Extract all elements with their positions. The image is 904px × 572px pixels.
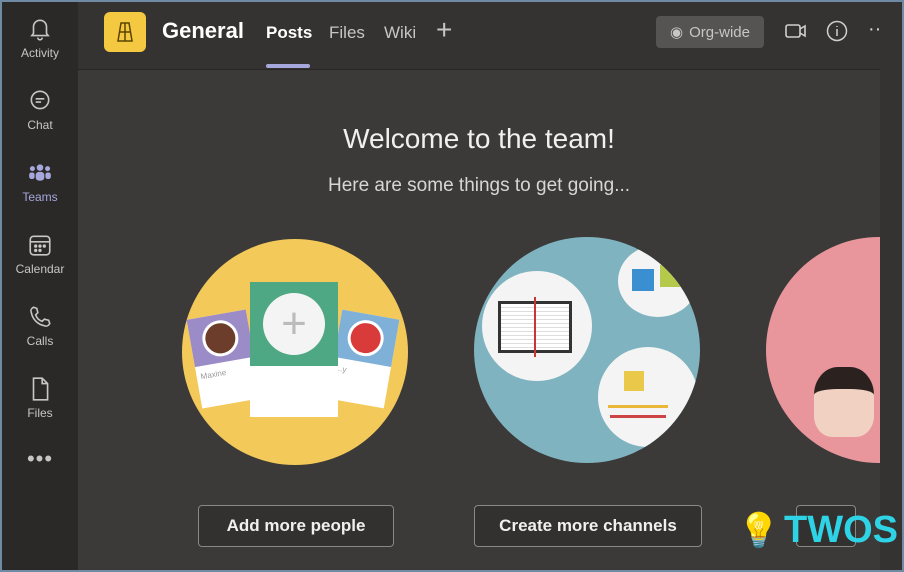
book-bubble [482, 271, 592, 381]
add-card: + [250, 282, 338, 417]
team-logo [104, 12, 146, 52]
active-tab-indicator [266, 64, 310, 68]
org-wide-label: Org-wide [689, 23, 750, 41]
supplies-bubble [598, 347, 698, 447]
rail-chat[interactable]: Chat [2, 74, 78, 146]
rail-calls[interactable]: Calls [2, 290, 78, 362]
tab-files[interactable]: Files [329, 23, 365, 43]
file-icon [32, 377, 49, 401]
rail-label: Teams [22, 190, 58, 204]
rail-label: Calls [26, 334, 54, 348]
tab-wiki[interactable]: Wiki [384, 23, 416, 43]
eye-icon: ◉ [670, 24, 684, 41]
scrollbar[interactable] [880, 2, 902, 570]
rail-label: Calendar [15, 262, 65, 276]
rail-calendar[interactable]: Calendar [2, 218, 78, 290]
watermark-logo: 💡 TWOS [737, 509, 898, 551]
channels-illustration [474, 237, 700, 463]
chat-icon [30, 90, 50, 110]
rail-label: Chat [27, 118, 53, 132]
watermark-text: TWOS [784, 509, 898, 551]
rail-activity[interactable]: Activity [2, 2, 78, 74]
bell-icon [30, 19, 50, 41]
more-apps-button[interactable]: ••• [2, 434, 78, 484]
calendar-icon [29, 235, 51, 256]
tab-posts[interactable]: Posts [266, 23, 312, 43]
org-wide-button[interactable]: ◉ Org-wide [656, 16, 764, 48]
card-name: Maxine [199, 367, 227, 382]
phone-icon [30, 306, 51, 327]
welcome-panel: Welcome to the team! Here are some thing… [78, 71, 880, 570]
add-more-people-button[interactable]: Add more people [198, 505, 394, 547]
channel-name: General [162, 18, 244, 43]
rail-files[interactable]: Files [2, 362, 78, 434]
card-name: ...y [335, 363, 348, 375]
teams-icon [29, 164, 51, 181]
rail-label: Activity [20, 46, 59, 60]
app-rail: Activity Chat Teams Calendar Calls Files… [2, 2, 78, 570]
welcome-title: Welcome to the team! [343, 123, 615, 154]
create-more-channels-button[interactable]: Create more channels [474, 505, 702, 547]
add-tab-button[interactable]: + [436, 14, 452, 46]
apps-illustration [766, 237, 880, 463]
info-icon[interactable] [826, 20, 848, 42]
rail-label: Files [27, 406, 53, 420]
welcome-subtitle: Here are some things to get going... [327, 175, 631, 196]
notes-bubble [618, 245, 698, 317]
video-icon[interactable] [784, 20, 808, 42]
teams-window: Activity Chat Teams Calendar Calls Files… [2, 2, 902, 570]
channel-header: General Posts Files Wiki + ◉ Org-wide ··· [78, 2, 888, 70]
rail-teams[interactable]: Teams [2, 146, 78, 218]
add-people-illustration: Maxine ...y + [182, 239, 408, 465]
